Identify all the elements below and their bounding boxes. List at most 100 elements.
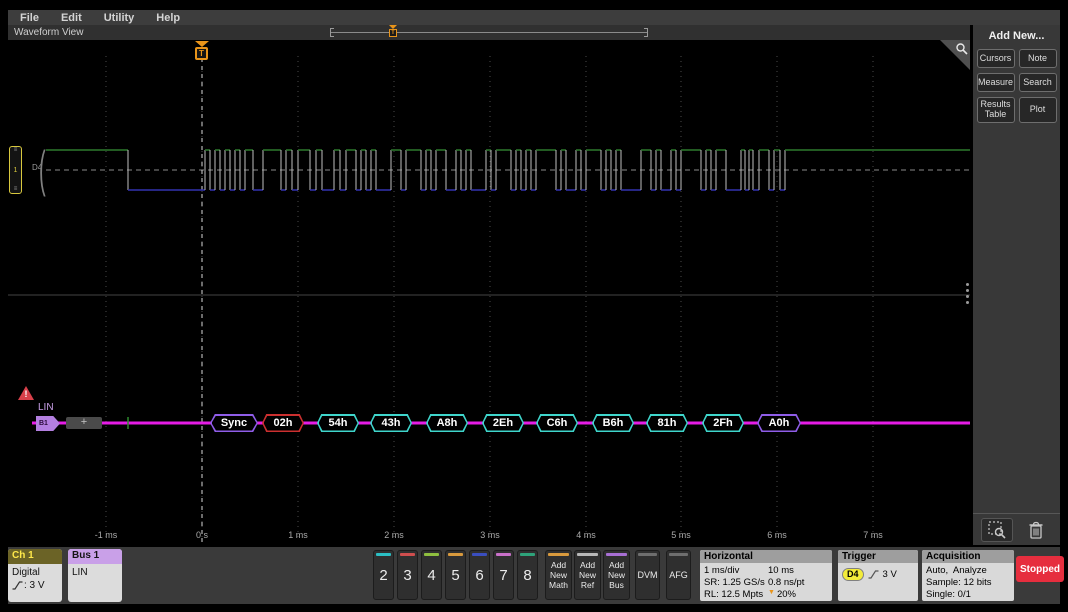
add-new-title: Add New...	[973, 30, 1060, 42]
trigger-source-badge: D4	[842, 568, 864, 581]
add-new-math-button[interactable]: Add New Math	[545, 550, 572, 600]
sidebar-button-measure[interactable]: Measure	[977, 73, 1015, 92]
bus-packet-value: 43h	[382, 417, 401, 429]
button-label: DVM	[638, 570, 658, 580]
waveform-view: Waveform View T T ≡ 1 ≡ D4 ( ! LIN B1 +	[8, 25, 970, 545]
button-color-stripe	[669, 553, 688, 556]
bus-packet-value: 81h	[658, 417, 677, 429]
sidebar-button-note[interactable]: Note	[1019, 49, 1057, 68]
bus-name-label: LIN	[38, 402, 54, 413]
channel-3-button[interactable]: 3	[397, 550, 418, 600]
bus-packet-43h: 43h	[370, 414, 412, 432]
settings-bar: Ch 1 Digital : 3 V Bus 1 LIN 2345678 Add…	[8, 547, 1060, 604]
button-label: AFG	[669, 570, 688, 580]
bus-packet-value: 02h	[274, 417, 293, 429]
trigger-position-flag[interactable]: T	[195, 41, 209, 60]
bus-packet-a0h: A0h	[757, 414, 801, 432]
bus-1-badge[interactable]: Bus 1 LIN	[68, 549, 122, 602]
bus-packet-value: 2Fh	[713, 417, 733, 429]
sidebar-button-plot[interactable]: Plot	[1019, 97, 1057, 123]
afg-button[interactable]: AFG	[666, 550, 691, 600]
bus-packet-value: A8h	[437, 417, 458, 429]
waveform-svg	[8, 40, 970, 545]
axis-label-6-ms: 6 ms	[757, 530, 797, 540]
record-length: RL: 12.5 Mpts	[704, 589, 768, 601]
grip-icon: ≡	[14, 148, 18, 153]
channel-number: 2	[379, 567, 387, 584]
channel-1-badge[interactable]: Ch 1 Digital : 3 V	[8, 549, 62, 602]
bus-packet-c6h: C6h	[536, 414, 578, 432]
horizontal-window: 10 ms	[768, 565, 794, 577]
sample-interval: 0.8 ns/pt	[768, 577, 804, 589]
zoom-overview-bar[interactable]	[330, 32, 648, 33]
box-zoom-button[interactable]	[981, 518, 1013, 542]
overview-trigger-t-icon: T	[389, 29, 397, 37]
acquisition-panel[interactable]: Acquisition Auto, Analyze Sample: 12 bit…	[922, 550, 1014, 601]
sidebar-button-cursors[interactable]: Cursors	[977, 49, 1015, 68]
run-stop-button[interactable]: Stopped	[1016, 556, 1064, 582]
graticule[interactable]: T ≡ 1 ≡ D4 ( ! LIN B1 + -1 ms0 s1 ms2 ms…	[8, 40, 970, 545]
channel-6-button[interactable]: 6	[469, 550, 490, 600]
channel-4-button[interactable]: 4	[421, 550, 442, 600]
button-color-stripe	[606, 553, 627, 556]
horizontal-panel[interactable]: Horizontal 1 ms/div 10 ms SR: 1.25 GS/s …	[700, 550, 832, 601]
channel-8-button[interactable]: 8	[517, 550, 538, 600]
menu-edit[interactable]: Edit	[61, 12, 82, 24]
menu-file[interactable]: File	[20, 12, 39, 24]
tool-buttons: DVM AFG	[635, 550, 691, 600]
waveform-view-title: Waveform View	[14, 27, 83, 38]
box-zoom-icon	[987, 520, 1007, 540]
axis-label-2-ms: 2 ms	[374, 530, 414, 540]
channel-color-stripe	[496, 553, 511, 556]
bus-packet-54h: 54h	[317, 414, 359, 432]
overview-trigger-marker[interactable]: T	[388, 25, 398, 37]
bus-1-title: Bus 1	[68, 549, 122, 564]
trigger-position-icon: ▼	[768, 589, 775, 601]
axis-label-5-ms: 5 ms	[661, 530, 701, 540]
magnifier-icon	[955, 42, 968, 55]
channel-number: 4	[427, 567, 435, 584]
channel-5-button[interactable]: 5	[445, 550, 466, 600]
acquisition-title: Acquisition	[922, 550, 1014, 563]
bus-packet-2eh: 2Eh	[482, 414, 524, 432]
bus-packet-b6h: B6h	[592, 414, 634, 432]
zoom-overview-right-bracket[interactable]	[644, 28, 648, 37]
menu-help[interactable]: Help	[156, 12, 180, 24]
horizontal-scale: 1 ms/div	[704, 565, 768, 577]
bus-add-button[interactable]: +	[66, 417, 102, 429]
channel-color-stripe	[400, 553, 415, 556]
zoom-overview-left-bracket[interactable]	[330, 28, 334, 37]
digital-group-bracket: (	[39, 144, 46, 194]
dvm-button[interactable]: DVM	[635, 550, 660, 600]
bus-packet-sync: Sync	[210, 414, 258, 432]
channel-1-mode: Digital	[12, 566, 62, 579]
sample-rate: SR: 1.25 GS/s	[704, 577, 768, 589]
add-new-bus-button[interactable]: Add New Bus	[603, 550, 630, 600]
panel-divider-grip[interactable]	[966, 283, 969, 304]
channel-7-button[interactable]: 7	[493, 550, 514, 600]
bus-packet-2fh: 2Fh	[702, 414, 744, 432]
sidebar-button-search[interactable]: Search	[1019, 73, 1057, 92]
grip-icon: ≡	[14, 187, 18, 192]
channel-color-stripe	[424, 553, 439, 556]
add-new-ref-button[interactable]: Add New Ref	[574, 550, 601, 600]
warning-exclamation: !	[18, 389, 34, 399]
bus-packet-value: A0h	[769, 417, 790, 429]
trigger-panel[interactable]: Trigger D4 3 V	[838, 550, 918, 601]
sidebar-footer	[973, 513, 1060, 545]
trash-button[interactable]	[1020, 518, 1052, 542]
menu-utility[interactable]: Utility	[104, 12, 135, 24]
bus-packet-value: 54h	[329, 417, 348, 429]
axis-label-4-ms: 4 ms	[566, 530, 606, 540]
axis-label-1-ms: -1 ms	[86, 530, 126, 540]
channel-2-button[interactable]: 2	[373, 550, 394, 600]
axis-label-1-ms: 1 ms	[278, 530, 318, 540]
threshold-slope-icon	[12, 581, 23, 590]
channel-1-title: Ch 1	[8, 549, 62, 564]
bus-packet-81h: 81h	[646, 414, 688, 432]
sidebar-button-results-table[interactable]: Results Table	[977, 97, 1015, 123]
trigger-position-percent: 20%	[777, 589, 796, 601]
add-new-buttons: Add New MathAdd New Ref Add New Bus	[545, 550, 630, 600]
digital-channel-handle[interactable]: ≡ 1 ≡	[9, 146, 22, 194]
button-label: Add New Bus	[608, 560, 625, 590]
